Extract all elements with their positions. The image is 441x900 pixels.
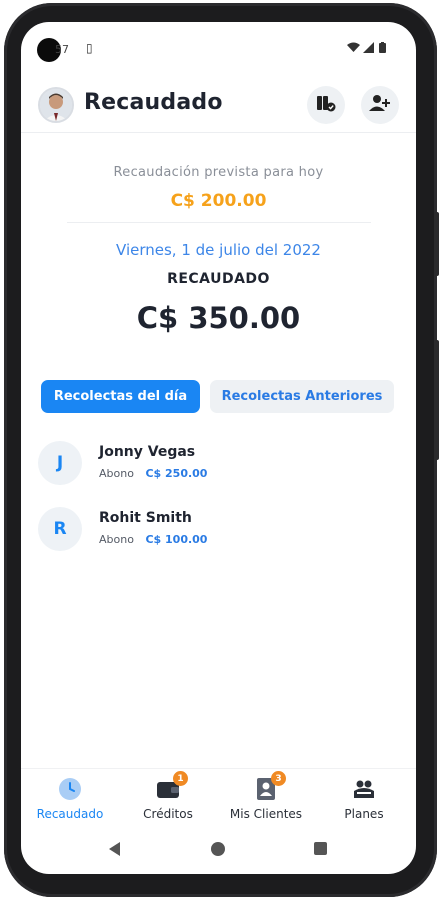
collection-detail: Abono C$ 250.00 bbox=[99, 467, 207, 480]
collection-type: Abono bbox=[99, 533, 134, 546]
list-item[interactable]: R Rohit Smith Abono C$ 100.00 bbox=[21, 507, 416, 567]
nav-label: Mis Clientes bbox=[229, 807, 303, 821]
cash-check-button[interactable] bbox=[307, 86, 345, 124]
client-avatar: J bbox=[38, 441, 82, 485]
notification-badge: 1 bbox=[173, 771, 188, 786]
wallet-icon: 1 bbox=[155, 771, 188, 802]
plans-icon bbox=[351, 776, 377, 802]
bottom-nav-divider bbox=[21, 768, 416, 769]
page-title: Recaudado bbox=[84, 90, 223, 115]
contacts-icon: 3 bbox=[253, 771, 286, 802]
date-label[interactable]: Viernes, 1 de julio del 2022 bbox=[21, 241, 416, 259]
cash-check-icon bbox=[316, 94, 336, 116]
collected-amount: C$ 350.00 bbox=[136, 301, 301, 335]
nav-label: Recaudado bbox=[36, 807, 104, 821]
app-header: Recaudado bbox=[21, 80, 416, 132]
collection-detail: Abono C$ 100.00 bbox=[99, 533, 207, 546]
collection-amount: C$ 100.00 bbox=[145, 533, 208, 546]
power-button bbox=[434, 212, 439, 276]
signal-icon bbox=[363, 42, 374, 55]
list-item[interactable]: J Jonny Vegas Abono C$ 250.00 bbox=[21, 441, 416, 501]
collection-amount: C$ 250.00 bbox=[145, 467, 208, 480]
nav-planes[interactable]: Planes bbox=[315, 776, 413, 826]
battery-icon bbox=[379, 42, 386, 55]
system-back-icon[interactable] bbox=[109, 842, 120, 856]
collection-type: Abono bbox=[99, 467, 134, 480]
nav-recaudado[interactable]: Recaudado bbox=[21, 776, 119, 826]
client-avatar: R bbox=[38, 507, 82, 551]
tab-today[interactable]: Recolectas del día bbox=[41, 380, 200, 413]
notification-badge: 3 bbox=[271, 771, 286, 786]
header-divider bbox=[21, 132, 416, 133]
system-recents-icon[interactable] bbox=[314, 842, 327, 855]
client-name: Rohit Smith bbox=[99, 510, 192, 526]
sim-icon: ▯ bbox=[86, 41, 93, 55]
add-user-button[interactable] bbox=[361, 86, 399, 124]
nav-label: Planes bbox=[344, 807, 384, 821]
tab-previous[interactable]: Recolectas Anteriores bbox=[210, 380, 394, 413]
wifi-icon bbox=[347, 42, 360, 55]
app-screen: 57 ▯ Recaudado Recaudación prevista para… bbox=[21, 22, 416, 874]
nav-label: Créditos bbox=[143, 807, 193, 821]
status-time: 57 bbox=[55, 43, 69, 56]
status-bar: 57 ▯ bbox=[21, 22, 416, 72]
clock-icon bbox=[57, 776, 83, 802]
expected-label: Recaudación prevista para hoy bbox=[113, 165, 324, 180]
add-user-icon bbox=[369, 94, 391, 116]
expected-amount: C$ 200.00 bbox=[170, 191, 267, 211]
nav-mis-clientes[interactable]: 3 Mis Clientes bbox=[217, 771, 315, 826]
avatar[interactable] bbox=[38, 87, 74, 123]
summary-divider bbox=[67, 222, 371, 223]
client-name: Jonny Vegas bbox=[99, 444, 196, 460]
volume-button bbox=[434, 340, 439, 460]
system-home-icon[interactable] bbox=[211, 842, 225, 856]
nav-creditos[interactable]: 1 Créditos bbox=[119, 771, 217, 826]
collected-label: RECAUDADO bbox=[167, 271, 270, 287]
